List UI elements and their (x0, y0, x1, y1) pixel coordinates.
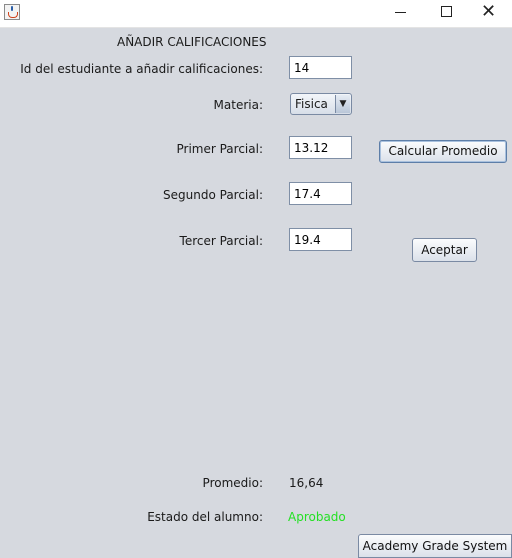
minimize-button[interactable] (377, 0, 423, 27)
third-partial-field[interactable] (289, 228, 352, 251)
average-label: Promedio: (202, 476, 263, 490)
average-value: 16,64 (289, 476, 324, 490)
status-badge: Aprobado (288, 510, 346, 524)
subject-select-value: Fisica (295, 97, 328, 111)
academy-grade-system-button[interactable]: Academy Grade System (358, 534, 512, 558)
close-button[interactable]: ✕ (467, 0, 512, 27)
minimize-icon (395, 12, 406, 13)
first-partial-field[interactable] (289, 136, 352, 159)
student-id-field[interactable] (289, 56, 352, 79)
chevron-down-icon[interactable]: ▼ (335, 95, 350, 113)
subject-label: Materia: (213, 98, 263, 112)
java-cup-icon (4, 4, 20, 20)
third-partial-label: Tercer Parcial: (179, 234, 263, 248)
maximize-button[interactable] (423, 0, 469, 27)
title-bar: ✕ (0, 0, 512, 28)
first-partial-label: Primer Parcial: (176, 142, 264, 156)
second-partial-field[interactable] (289, 182, 352, 205)
maximize-icon (441, 6, 452, 17)
calculate-average-button[interactable]: Calcular Promedio (379, 140, 507, 163)
page-title: AÑADIR CALIFICACIONES (117, 35, 267, 49)
student-id-label: Id del estudiante a añadir calificacione… (20, 62, 263, 76)
subject-select[interactable]: Fisica ▼ (290, 93, 352, 115)
second-partial-label: Segundo Parcial: (163, 188, 263, 202)
close-icon: ✕ (481, 1, 497, 22)
accept-button[interactable]: Aceptar (412, 238, 477, 262)
student-status-label: Estado del alumno: (147, 510, 263, 524)
